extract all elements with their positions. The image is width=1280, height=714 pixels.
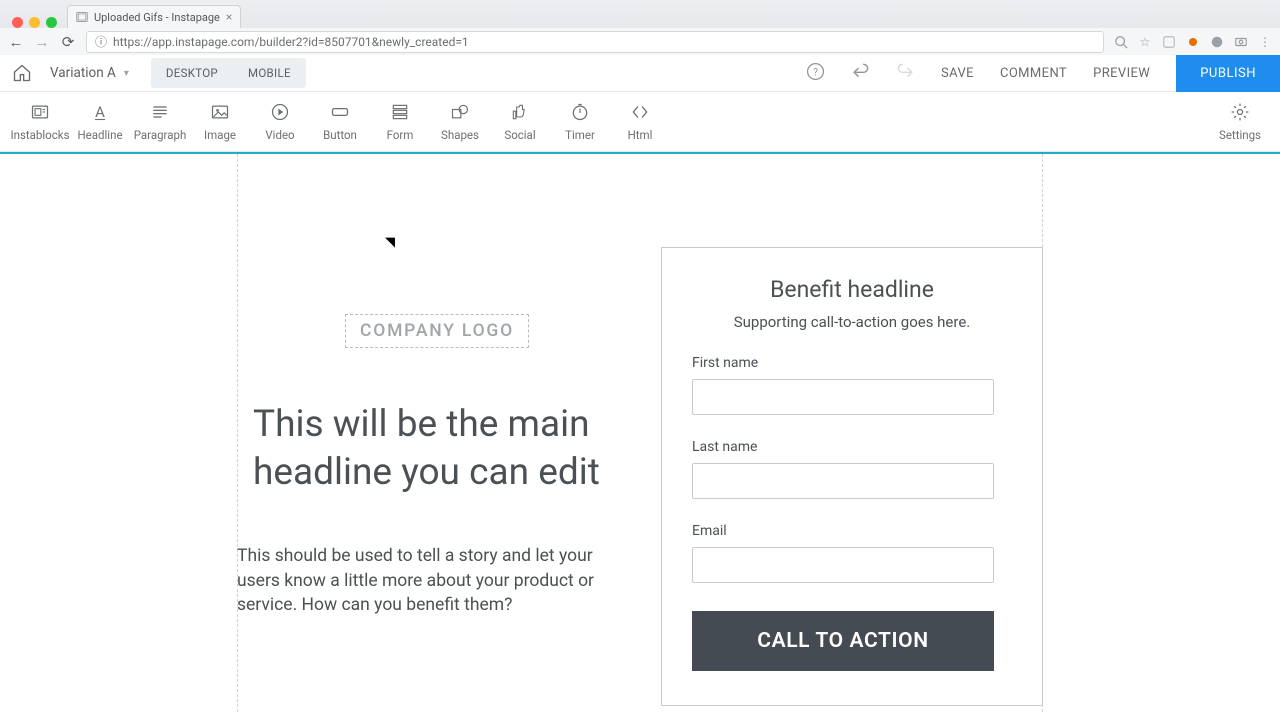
cta-button[interactable]: CALL TO ACTION (692, 611, 994, 671)
tool-label: Form (387, 128, 414, 142)
tool-button[interactable]: Button (310, 102, 370, 142)
tool-social[interactable]: Social (490, 102, 550, 142)
undo-button[interactable] (851, 62, 870, 85)
tool-label: Image (204, 128, 236, 142)
favicon-icon (76, 11, 88, 23)
tool-label: Timer (565, 128, 595, 142)
chevron-down-icon: ▾ (124, 68, 129, 79)
guide-left (237, 154, 238, 712)
tool-form[interactable]: Form (370, 102, 430, 142)
forward-button[interactable]: → (34, 33, 50, 51)
tool-headline[interactable]: A Headline (70, 102, 130, 142)
view-desktop-tab[interactable]: DESKTOP (151, 58, 233, 88)
header-actions: ? SAVE COMMENT PREVIEW PUBLISH (806, 55, 1268, 92)
home-button[interactable] (12, 63, 32, 83)
story-paragraph[interactable]: This should be used to tell a story and … (237, 544, 599, 618)
kebab-menu-icon[interactable]: ⋮ (1258, 35, 1272, 49)
tool-label: Paragraph (134, 128, 187, 142)
tool-shapes[interactable]: Shapes (430, 102, 490, 142)
url-text: https://app.instapage.com/builder2?id=85… (113, 35, 469, 49)
tool-label: Social (504, 128, 535, 142)
extension-dot-icon[interactable] (1186, 35, 1200, 49)
tool-paragraph[interactable]: Paragraph (130, 102, 190, 142)
zoom-icon[interactable] (1114, 35, 1128, 49)
tool-html[interactable]: Html (610, 102, 670, 142)
tool-video[interactable]: Video (250, 102, 310, 142)
help-icon[interactable]: ? (806, 62, 825, 85)
tool-label: Headline (77, 128, 122, 142)
maximize-window-icon[interactable] (46, 17, 57, 28)
form-title[interactable]: Benefit headline (692, 276, 1012, 303)
tool-image[interactable]: Image (190, 102, 250, 142)
tab-title: Uploaded Gifs - Instapage (94, 11, 220, 24)
comment-button[interactable]: COMMENT (1000, 66, 1067, 81)
tab-bar: Uploaded Gifs - Instapage × (0, 0, 1280, 28)
variation-label: Variation A (50, 65, 116, 81)
site-info-icon[interactable]: ⓘ (95, 33, 107, 50)
minimize-window-icon[interactable] (29, 17, 40, 28)
tool-label: Settings (1219, 128, 1261, 142)
save-button[interactable]: SAVE (941, 66, 974, 81)
form-subtitle[interactable]: Supporting call-to-action goes here. (692, 313, 1012, 331)
main-headline[interactable]: This will be the main headline you can e… (253, 401, 633, 497)
address-bar: ← → ⟳ ⓘ https://app.instapage.com/builde… (0, 28, 1280, 55)
app-header: Variation A ▾ DESKTOP MOBILE ? SAVE COMM… (0, 55, 1280, 92)
view-mobile-tab[interactable]: MOBILE (233, 58, 306, 88)
email-label: Email (692, 523, 1012, 539)
tool-label: Button (323, 128, 357, 142)
editor-canvas[interactable]: ◥ COMPANY LOGO This will be the main hea… (0, 152, 1280, 712)
redo-button[interactable] (896, 62, 915, 85)
bookmark-icon[interactable]: ☆ (1138, 35, 1152, 49)
company-logo-placeholder[interactable]: COMPANY LOGO (345, 314, 529, 348)
close-window-icon[interactable] (12, 17, 23, 28)
variation-dropdown[interactable]: Variation A ▾ (50, 65, 129, 81)
tool-label: Instablocks (10, 128, 69, 142)
cursor-icon: ◥ (385, 235, 395, 250)
window-controls (6, 11, 67, 28)
tool-instablocks[interactable]: Instablocks (10, 102, 70, 142)
preview-button[interactable]: PREVIEW (1093, 66, 1150, 81)
back-button[interactable]: ← (8, 33, 24, 51)
chrome-right-icons: ☆ ⋮ (1114, 35, 1272, 49)
tool-label: Video (265, 128, 294, 142)
browser-chrome: Uploaded Gifs - Instapage × ← → ⟳ ⓘ http… (0, 0, 1280, 55)
email-input[interactable] (692, 547, 994, 583)
url-input[interactable]: ⓘ https://app.instapage.com/builder2?id=… (86, 31, 1104, 53)
publish-button[interactable]: PUBLISH (1176, 55, 1280, 92)
tool-label: Shapes (441, 128, 479, 142)
view-switch: DESKTOP MOBILE (151, 58, 306, 88)
close-tab-icon[interactable]: × (226, 10, 232, 24)
toolbar: Instablocks A Headline Paragraph Image V… (0, 92, 1280, 152)
last-name-label: Last name (692, 439, 1012, 455)
form-block[interactable]: Benefit headline Supporting call-to-acti… (661, 247, 1043, 706)
extension-cam-icon[interactable] (1234, 35, 1248, 49)
first-name-input[interactable] (692, 379, 994, 415)
tool-settings[interactable]: Settings (1210, 102, 1270, 142)
extension-icon[interactable] (1162, 35, 1176, 49)
svg-text:?: ? (813, 65, 818, 78)
tool-timer[interactable]: Timer (550, 102, 610, 142)
tool-label: Html (628, 128, 653, 142)
profile-icon[interactable] (1210, 35, 1224, 49)
svg-text:A: A (95, 103, 105, 121)
reload-button[interactable]: ⟳ (60, 33, 76, 51)
first-name-label: First name (692, 355, 1012, 371)
last-name-input[interactable] (692, 463, 994, 499)
browser-tab[interactable]: Uploaded Gifs - Instapage × (67, 5, 241, 28)
